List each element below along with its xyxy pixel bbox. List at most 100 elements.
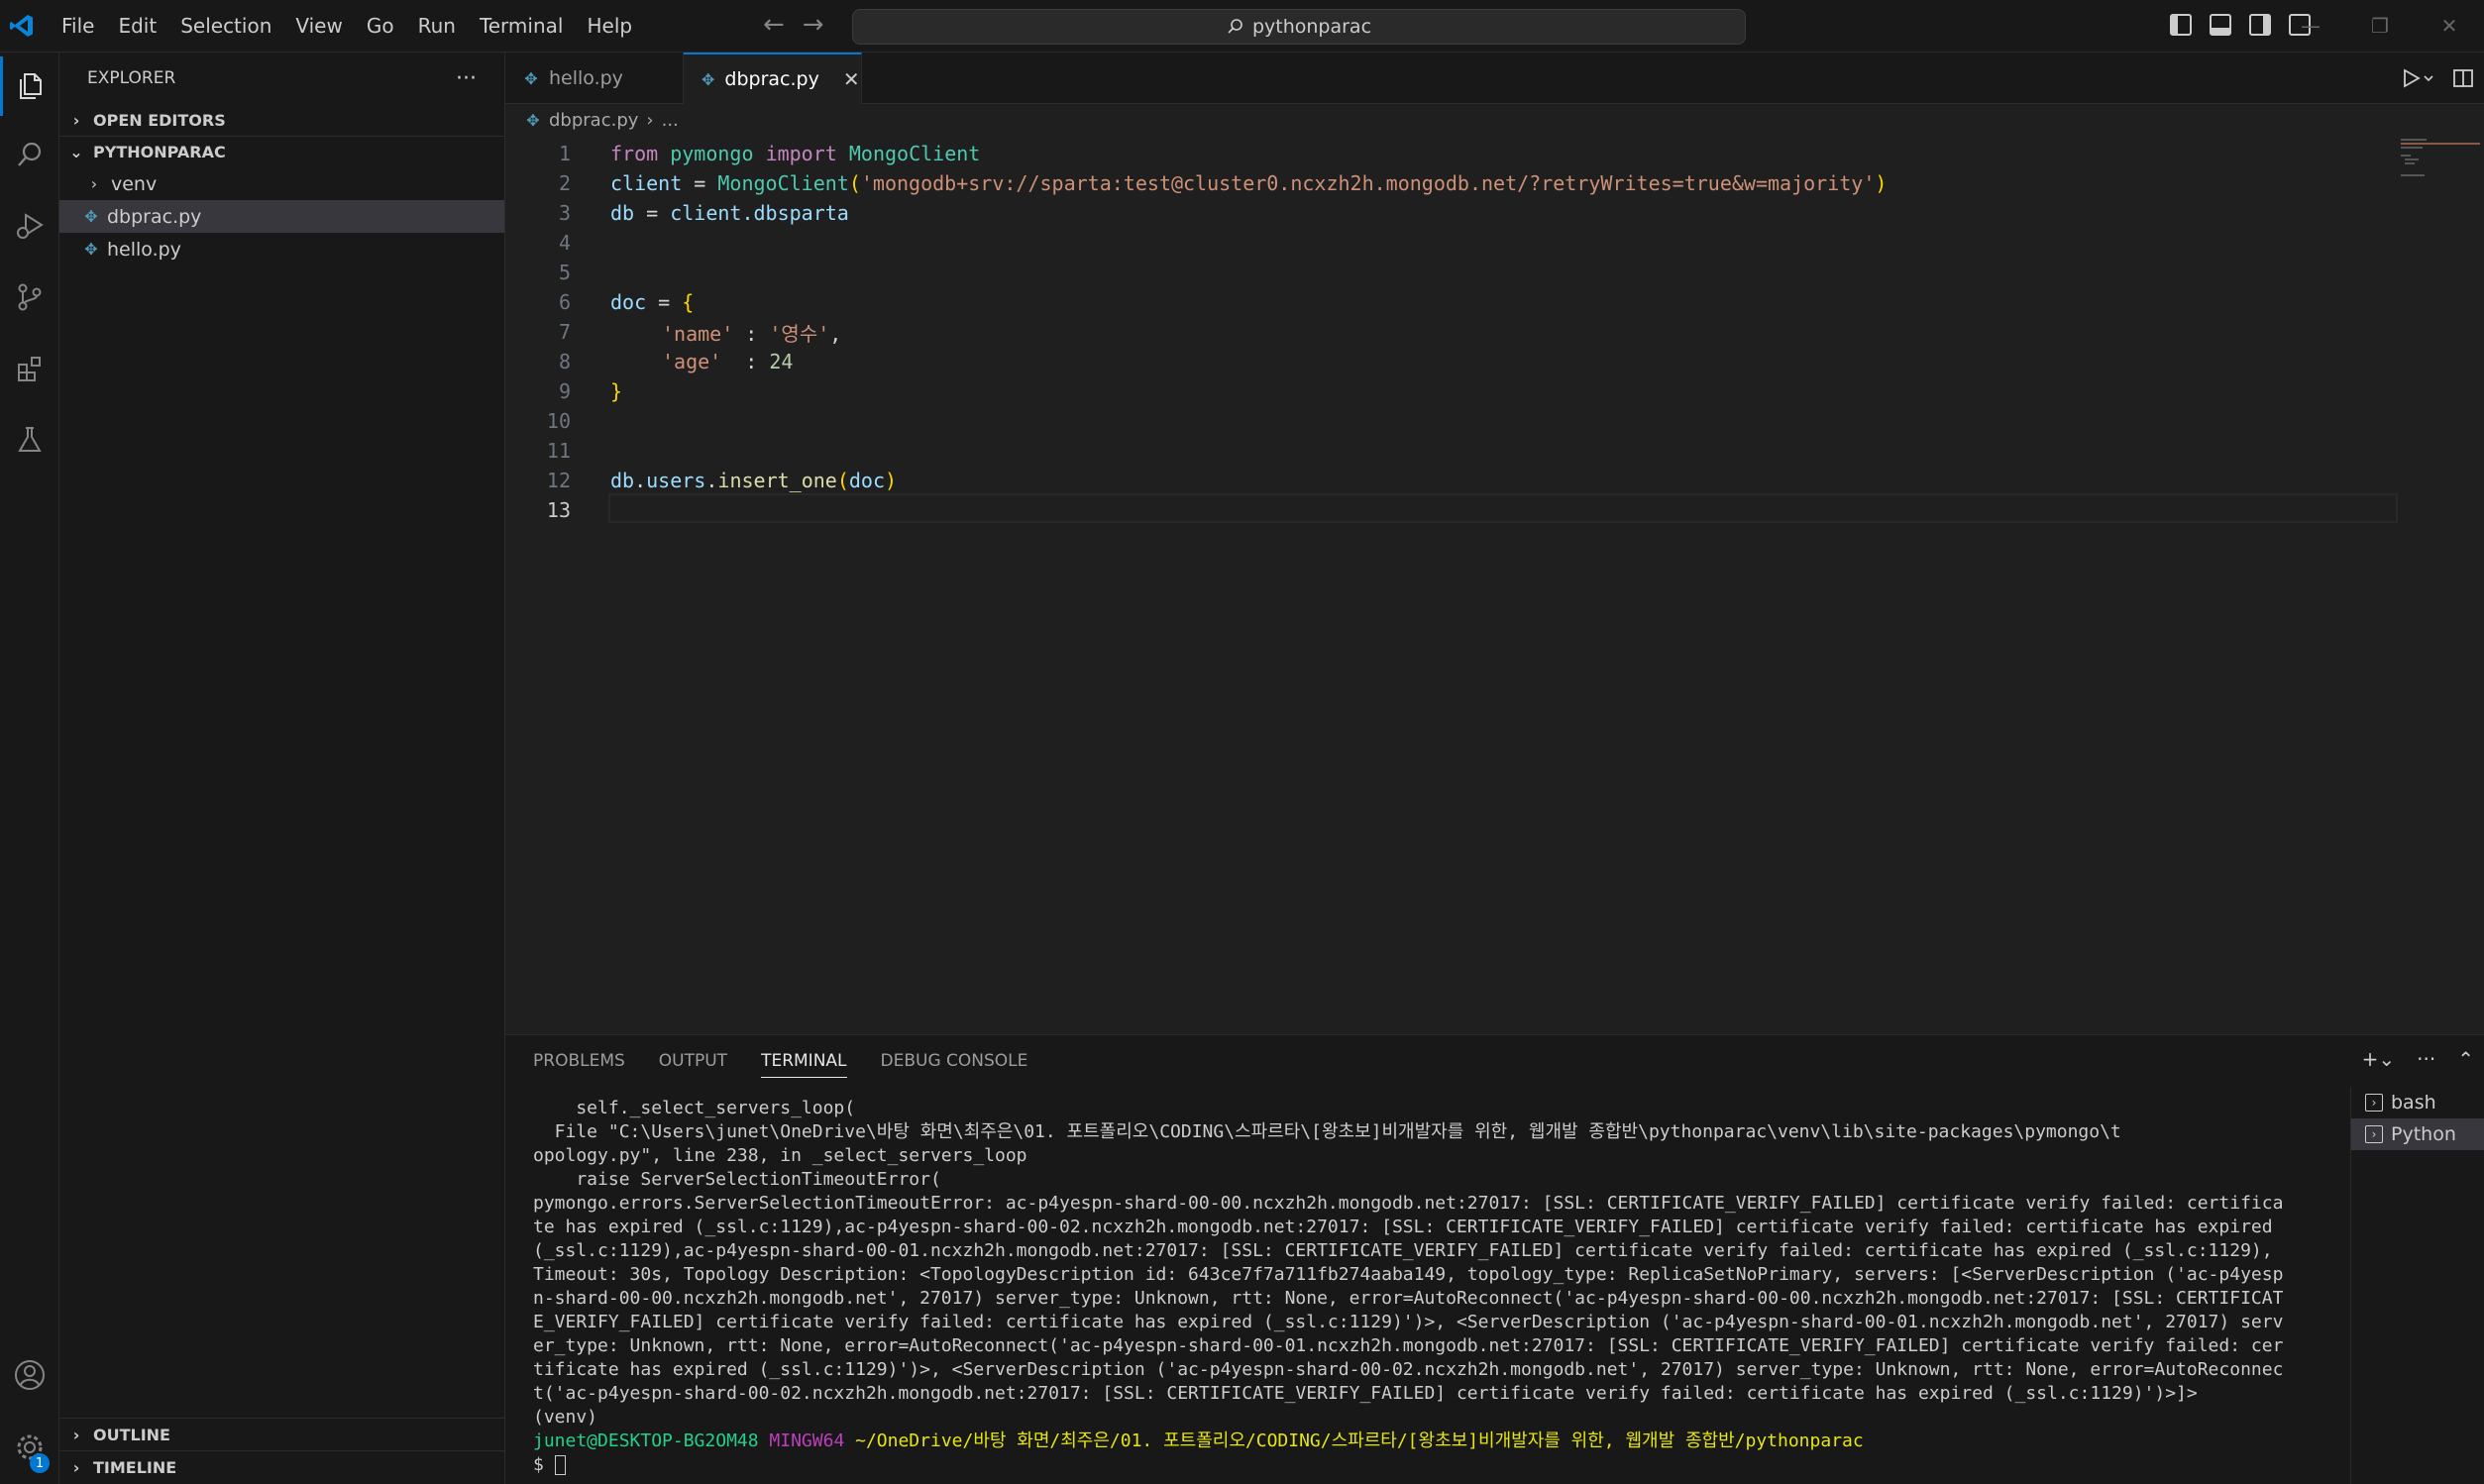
timeline-label: TIMELINE	[93, 1457, 177, 1477]
terminal-input-line[interactable]: $	[533, 1453, 2326, 1477]
line-number: 6	[558, 290, 571, 314]
terminal-item-python[interactable]: › Python	[2351, 1118, 2484, 1150]
tab-problems[interactable]: PROBLEMS	[533, 1051, 625, 1071]
explorer-icon[interactable]	[0, 56, 59, 116]
breadcrumb-symbols[interactable]: ...	[662, 110, 679, 131]
code-line-6: 6 doc = {	[505, 287, 2388, 317]
line-number: 1	[558, 142, 571, 165]
manage-gear-icon[interactable]: 1	[0, 1418, 59, 1477]
tab-dbprac[interactable]: ✥ dbprac.py ✕	[684, 53, 862, 104]
token-variable: db	[610, 201, 635, 225]
code-line-1: 1 from pymongo import MongoClient	[505, 139, 2388, 168]
menu-edit[interactable]: Edit	[106, 0, 168, 53]
terminal-line: (_ssl.c:1129),ac-p4yespn-shard-00-01.ncx…	[533, 1240, 2273, 1261]
menu-run[interactable]: Run	[406, 0, 468, 53]
terminal-icon: ›	[2365, 1125, 2383, 1143]
back-arrow-icon[interactable]: ←	[763, 10, 785, 40]
window-close-icon[interactable]: ✕	[2415, 0, 2484, 53]
tab-hello[interactable]: ✥ hello.py	[505, 53, 684, 104]
token-keyword: from	[610, 142, 659, 165]
token-number: 24	[769, 350, 794, 373]
tree-item-hello[interactable]: ✥ hello.py	[59, 233, 504, 265]
line-number: 5	[558, 261, 571, 284]
new-terminal-icon[interactable]: +⌄	[2362, 1047, 2396, 1071]
restore-icon[interactable]: ❐	[2345, 0, 2415, 53]
toggle-panel-icon[interactable]	[2210, 14, 2231, 36]
token-variable: doc	[848, 469, 885, 492]
line-number: 3	[558, 201, 571, 225]
tab-label: dbprac.py	[724, 68, 819, 90]
terminal-line: opology.py", line 238, in _select_server…	[533, 1145, 1027, 1166]
tree-item-label: venv	[111, 172, 158, 195]
menu-file[interactable]: File	[50, 0, 106, 53]
source-control-icon[interactable]	[0, 267, 59, 327]
minimize-icon[interactable]: —	[2276, 0, 2345, 53]
terminal-prompt-line: junet@DESKTOP-BG2OM48 MINGW64 ~/OneDrive…	[533, 1430, 2326, 1453]
run-python-file-icon[interactable]	[2401, 67, 2434, 89]
line-number: 13	[546, 498, 571, 522]
menu-help[interactable]: Help	[575, 0, 644, 53]
terminal-item-label: Python	[2391, 1123, 2456, 1145]
command-center-search[interactable]: pythonparac	[852, 9, 1746, 45]
toggle-secondary-sidebar-icon[interactable]	[2249, 14, 2271, 36]
tree-item-dbprac[interactable]: ✥ dbprac.py	[59, 200, 504, 233]
menu-terminal[interactable]: Terminal	[468, 0, 576, 53]
token-operator: =	[634, 201, 671, 225]
token-punctuation: ,	[829, 321, 842, 346]
extensions-icon[interactable]	[0, 339, 59, 398]
token-attribute: .dbsparta	[741, 201, 849, 225]
token-bracket: )	[885, 469, 898, 492]
tab-terminal[interactable]: TERMINAL	[761, 1051, 847, 1078]
python-file-icon: ✥	[524, 68, 538, 88]
close-icon[interactable]: ✕	[843, 67, 860, 91]
token-class: MongoClient	[717, 171, 849, 195]
token-operator: :	[721, 350, 770, 373]
token-function: insert_one	[717, 469, 837, 492]
vscode-logo-icon	[6, 10, 38, 42]
forward-arrow-icon[interactable]: →	[803, 10, 824, 40]
breadcrumb: ✥ dbprac.py › ...	[525, 105, 679, 135]
project-section[interactable]: ⌄ PYTHONPARAC	[59, 136, 504, 167]
timeline-section[interactable]: › TIMELINE	[59, 1451, 505, 1483]
outline-label: OUTLINE	[93, 1425, 170, 1444]
tab-output[interactable]: OUTPUT	[659, 1051, 727, 1071]
tab-debug-console[interactable]: DEBUG CONSOLE	[881, 1051, 1028, 1071]
python-file-icon: ✥	[84, 207, 98, 226]
chevron-right-icon: ›	[646, 109, 654, 131]
open-editors-section[interactable]: › OPEN EDITORS	[59, 104, 504, 136]
line-number: 10	[546, 409, 571, 433]
more-actions-icon[interactable]: ···	[456, 66, 477, 91]
breadcrumb-file[interactable]: dbprac.py	[549, 110, 638, 131]
minimap[interactable]	[2395, 135, 2484, 1034]
activity-bar: 1	[0, 53, 59, 1484]
minimap-line	[2401, 147, 2423, 149]
code-line-11: 11	[505, 436, 2388, 466]
run-debug-icon[interactable]	[0, 196, 59, 256]
menu-selection[interactable]: Selection	[168, 0, 283, 53]
code-line-2: 2 client = MongoClient('mongodb+srv://sp…	[505, 168, 2388, 198]
menu-go[interactable]: Go	[355, 0, 406, 53]
python-file-icon: ✥	[84, 240, 98, 259]
minimap-line	[2405, 159, 2419, 160]
code-editor[interactable]: 1 from pymongo import MongoClient 2 clie…	[505, 135, 2484, 1034]
terminal-item-bash[interactable]: › bash	[2351, 1087, 2484, 1118]
token-bracket: }	[610, 379, 623, 403]
split-editor-icon[interactable]	[2452, 67, 2474, 89]
outline-section[interactable]: › OUTLINE	[59, 1419, 505, 1450]
menu-view[interactable]: View	[283, 0, 354, 53]
token-punctuation: .	[705, 469, 718, 492]
search-icon[interactable]	[0, 125, 59, 184]
token-variable: doc	[610, 290, 647, 314]
maximize-panel-icon[interactable]: ⌃	[2457, 1047, 2474, 1071]
tree-item-venv[interactable]: › venv	[59, 167, 504, 200]
editor-tabs: ✥ hello.py ✥ dbprac.py ✕	[505, 53, 2484, 104]
terminal-output[interactable]: self._select_servers_loop( File "C:\User…	[533, 1097, 2326, 1477]
token-string: '영수'	[769, 321, 830, 346]
toggle-sidebar-icon[interactable]	[2170, 14, 2192, 36]
testing-flask-icon[interactable]	[0, 410, 59, 470]
accounts-icon[interactable]	[0, 1345, 59, 1405]
more-actions-icon[interactable]: ···	[2417, 1047, 2435, 1071]
prompt-symbol: $	[533, 1454, 544, 1475]
terminal-line: File "C:\Users\junet\OneDrive\바탕 화면\최주은\…	[533, 1121, 2121, 1142]
token-string: 'age'	[662, 350, 722, 373]
